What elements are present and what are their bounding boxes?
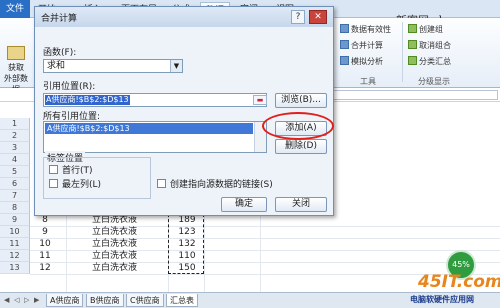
delete-button[interactable]: 删除(D)	[275, 139, 327, 154]
formula-input[interactable]	[330, 90, 498, 100]
ungroup-button[interactable]: 取消组合	[408, 40, 451, 51]
outline-group-label: 分级显示	[418, 77, 450, 86]
subtotal-label: 分类汇总	[419, 57, 451, 66]
row-header[interactable]: 2	[0, 130, 30, 142]
ungroup-icon	[408, 40, 417, 49]
dialog-title: 合并计算	[41, 14, 78, 24]
watermark-subtitle: 电脑软硬件应用网	[410, 295, 474, 304]
collapse-dialog-icon[interactable]: ▬	[253, 95, 267, 105]
top-row-checkbox[interactable]	[49, 165, 58, 174]
database-icon	[7, 46, 25, 60]
group-button[interactable]: 创建组	[408, 24, 443, 35]
last-sheet-icon[interactable]: ▶	[34, 296, 39, 304]
cell-number[interactable]: 9	[30, 226, 60, 238]
reference-value: A供应商!$B$2:$D$13	[45, 95, 130, 105]
function-value: 求和	[47, 61, 66, 71]
sheet-tab-summary[interactable]: 汇总表	[166, 294, 198, 307]
row-header[interactable]: 13	[0, 262, 30, 274]
function-label: 函数(F):	[43, 48, 77, 58]
cell-product[interactable]: 立白洗衣液	[92, 226, 162, 238]
consolidate-label: 合并计算	[351, 41, 383, 50]
data-validation-button[interactable]: 数据有效性	[340, 24, 391, 35]
watermark-logo: 45IT.com	[418, 272, 500, 292]
create-links-label: 创建指向源数据的链接(S)	[170, 180, 273, 190]
fetch-label-1: 获取	[8, 63, 24, 72]
left-column-label: 最左列(L)	[62, 180, 102, 190]
watermark-45it: 45IT.com 电脑软硬件应用网	[410, 270, 500, 308]
subtotal-icon	[408, 56, 417, 65]
what-if-icon	[340, 56, 349, 65]
chevron-down-icon[interactable]: ▼	[170, 60, 182, 72]
group-label: 创建组	[419, 25, 443, 34]
what-if-label: 模拟分析	[351, 57, 383, 66]
help-button[interactable]: ?	[291, 10, 305, 24]
ribbon-separator	[402, 22, 403, 82]
ungroup-label: 取消组合	[419, 41, 451, 50]
tools-group-label: 工具	[360, 77, 376, 86]
consolidate-dialog: 合并计算 ? ✕ 函数(F): 求和 ▼ 引用位置(R): A供应商!$B$2:…	[34, 6, 334, 216]
sheet-tab-a[interactable]: A供应商	[46, 294, 84, 307]
tab-file[interactable]: 文件	[0, 0, 30, 18]
subtotal-button[interactable]: 分类汇总	[408, 56, 451, 67]
reference-input[interactable]: A供应商!$B$2:$D$13	[43, 93, 267, 107]
row-header[interactable]: 9	[0, 214, 30, 226]
cell-number[interactable]: 12	[30, 262, 60, 274]
ok-button[interactable]: 确定	[221, 197, 267, 212]
group-icon	[408, 24, 417, 33]
data-validation-label: 数据有效性	[351, 25, 391, 34]
next-sheet-icon[interactable]: ▷	[24, 296, 29, 304]
cell-number[interactable]: 11	[30, 250, 60, 262]
row-header[interactable]: 4	[0, 154, 30, 166]
cell-number[interactable]: 10	[30, 238, 60, 250]
create-links-checkbox[interactable]	[157, 179, 166, 188]
row-header[interactable]: 7	[0, 190, 30, 202]
row-header[interactable]: 12	[0, 250, 30, 262]
browse-button[interactable]: 浏览(B)...	[275, 93, 327, 108]
dialog-titlebar[interactable]: 合并计算 ? ✕	[35, 7, 333, 27]
cell-product[interactable]: 立白洗衣液	[92, 238, 162, 250]
sheet-tab-c[interactable]: C供应商	[126, 294, 164, 307]
reference-label: 引用位置(R):	[43, 82, 96, 92]
cell-product[interactable]: 立白洗衣液	[92, 262, 162, 274]
function-select[interactable]: 求和 ▼	[43, 59, 183, 73]
copy-marquee	[168, 214, 204, 274]
sheet-tab-b[interactable]: B供应商	[86, 294, 124, 307]
first-sheet-icon[interactable]: ◀	[4, 296, 9, 304]
row-header[interactable]: 3	[0, 142, 30, 154]
close-icon[interactable]: ✕	[309, 10, 327, 24]
row-header[interactable]: 8	[0, 202, 30, 214]
what-if-button[interactable]: 模拟分析	[340, 56, 383, 67]
list-item[interactable]: A供应商!$B$2:$D$13	[45, 123, 253, 134]
row-header[interactable]: 10	[0, 226, 30, 238]
close-button[interactable]: 关闭	[275, 197, 327, 212]
row-header[interactable]: 6	[0, 178, 30, 190]
prev-sheet-icon[interactable]: ◁	[14, 296, 19, 304]
consolidate-icon	[340, 40, 349, 49]
left-column-checkbox[interactable]	[49, 179, 58, 188]
add-button-highlight	[262, 112, 334, 140]
row-header[interactable]: 11	[0, 238, 30, 250]
cell-product[interactable]: 立白洗衣液	[92, 250, 162, 262]
all-references-list[interactable]: A供应商!$B$2:$D$13	[43, 121, 267, 153]
row-header[interactable]: 1	[0, 118, 30, 130]
validation-icon	[340, 24, 349, 33]
top-row-label: 首行(T)	[62, 166, 93, 176]
consolidate-button[interactable]: 合并计算	[340, 40, 383, 51]
row-header[interactable]: 5	[0, 166, 30, 178]
